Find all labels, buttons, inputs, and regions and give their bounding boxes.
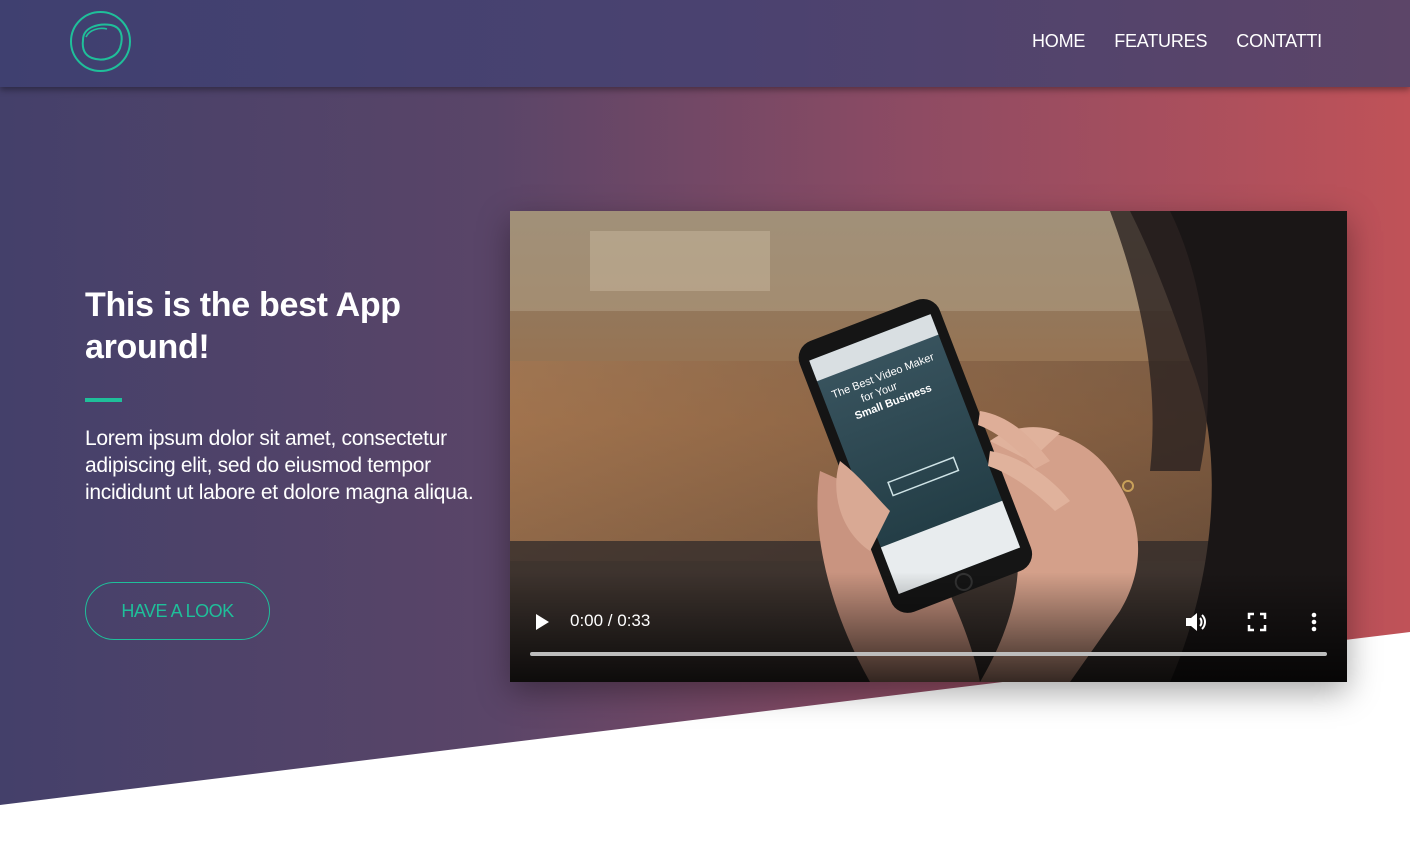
have-a-look-button[interactable]: HAVE A LOOK: [85, 582, 270, 640]
play-icon[interactable]: [534, 613, 550, 631]
hero-title-line1: This is the best App: [85, 286, 401, 324]
nav-home-link[interactable]: HOME: [1032, 31, 1085, 52]
hero-title-line2: around!: [85, 328, 210, 366]
hero-description: Lorem ipsum dolor sit amet, consectetur …: [85, 427, 474, 504]
nav-features-link[interactable]: FEATURES: [1114, 31, 1207, 52]
nav-contatti-link[interactable]: CONTATTI: [1236, 31, 1322, 52]
nav-links: HOME FEATURES CONTATTI: [1032, 31, 1322, 52]
video-player[interactable]: The Best Video Maker for Your Small Busi…: [510, 211, 1347, 682]
logo-circle-icon[interactable]: [69, 10, 132, 73]
volume-icon[interactable]: [1184, 611, 1208, 633]
hero-title: This is the best App around!: [85, 284, 495, 368]
time-display: 0:00 / 0:33: [570, 611, 651, 630]
navbar: HOME FEATURES CONTATTI: [0, 0, 1410, 87]
video-progress-bar[interactable]: [530, 652, 1327, 656]
hero-text: This is the best App around! Lorem ipsum…: [85, 284, 495, 506]
accent-divider: [85, 398, 122, 402]
fullscreen-icon[interactable]: [1247, 612, 1267, 632]
more-vertical-icon[interactable]: [1308, 612, 1320, 632]
